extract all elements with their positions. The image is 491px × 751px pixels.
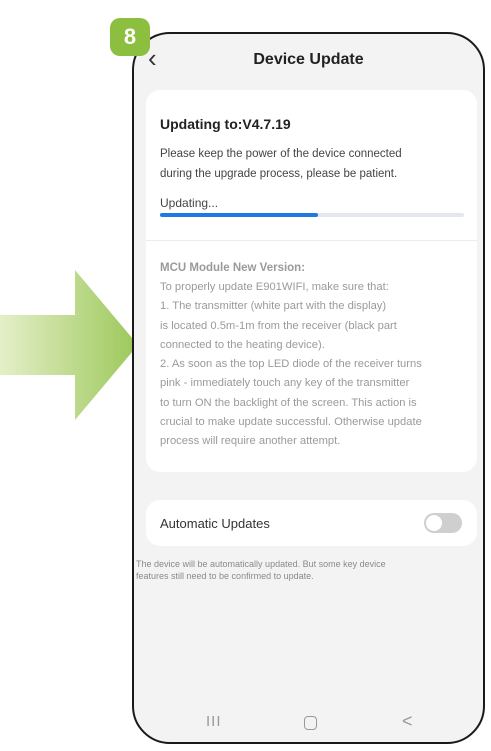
nav-back-button[interactable]: < <box>402 712 413 730</box>
system-nav-bar: III < <box>134 706 483 742</box>
mcu-line: 1. The transmitter (white part with the … <box>160 300 387 313</box>
mcu-title: MCU Module New Version: <box>160 262 306 274</box>
mcu-line: process will require another attempt. <box>160 435 341 448</box>
mcu-instructions: To properly update E901WIFI, make sure t… <box>160 278 470 452</box>
progress-label: Updating... <box>160 196 219 210</box>
mcu-line: connected to the heating device). <box>160 338 325 351</box>
automatic-updates-label: Automatic Updates <box>160 516 270 531</box>
automatic-updates-note: The device will be automatically updated… <box>136 559 386 581</box>
progress-bar <box>160 213 464 217</box>
progress-bar-fill <box>160 213 319 217</box>
mcu-line: pink - immediately touch any key of the … <box>160 377 410 390</box>
update-version-title: Updating to:V4.7.19 <box>160 116 291 132</box>
toggle-knob <box>426 515 442 531</box>
page-title: Device Update <box>253 51 364 68</box>
automatic-updates-row: Automatic Updates <box>146 500 477 546</box>
mcu-line: 2. As soon as the top LED diode of the r… <box>160 358 422 371</box>
divider <box>146 240 477 241</box>
update-card: Updating to:V4.7.19 Please keep the powe… <box>146 90 477 472</box>
mcu-line: is located 0.5m-1m from the receiver (bl… <box>160 319 397 332</box>
step-number-badge: 8 <box>110 18 150 56</box>
phone-screen: ‹ Device Update Updating to:V4.7.19 Plea… <box>132 32 485 744</box>
automatic-updates-toggle[interactable] <box>424 513 462 533</box>
keep-power-message: Please keep the power of the device conn… <box>160 148 402 180</box>
mcu-line: To properly update E901WIFI, make sure t… <box>160 281 389 293</box>
recent-apps-button[interactable]: III <box>206 714 222 729</box>
app-header: ‹ Device Update <box>134 34 483 86</box>
pointer-arrow-icon <box>0 270 138 420</box>
mcu-line: crucial to make update successful. Other… <box>160 416 422 429</box>
mcu-line: to turn ON the backlight of the screen. … <box>160 396 417 409</box>
home-icon[interactable] <box>304 716 317 730</box>
